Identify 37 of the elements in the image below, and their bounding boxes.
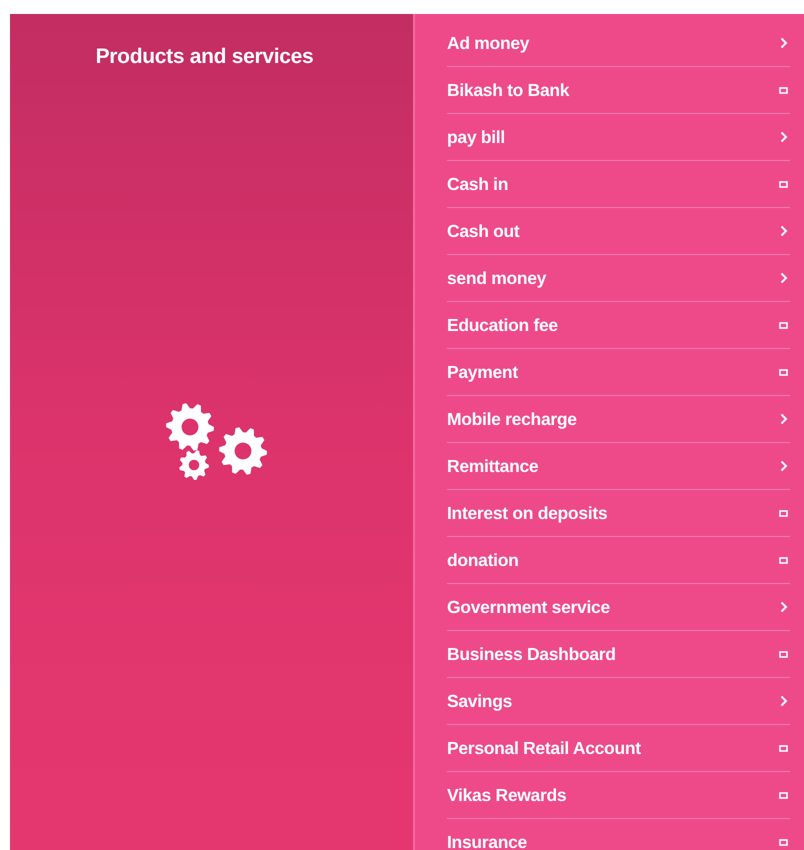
menu-item[interactable]: Bikash to Bank — [447, 67, 790, 114]
menu-item[interactable]: Cash in — [447, 161, 790, 208]
menu-item[interactable]: Payment — [447, 349, 790, 396]
chevron-right-icon — [780, 413, 788, 425]
chevron-right-icon — [780, 225, 788, 237]
square-icon — [779, 368, 788, 376]
square-icon — [779, 86, 788, 94]
menu-item[interactable]: Business Dashboard — [447, 631, 790, 678]
square-icon — [779, 180, 788, 188]
menu-item[interactable]: Remittance — [447, 443, 790, 490]
menu-item[interactable]: Government service — [447, 584, 790, 631]
square-icon — [779, 650, 788, 658]
chevron-right-icon — [780, 601, 788, 613]
chevron-right-icon — [780, 460, 788, 472]
square-icon — [779, 744, 788, 752]
panel-title: Products and services — [96, 44, 314, 70]
menu-item[interactable]: Ad money — [447, 20, 790, 67]
chevron-right-icon — [780, 695, 788, 707]
square-icon — [779, 322, 788, 328]
menu-item[interactable]: Vikas Rewards — [447, 772, 790, 819]
menu-item[interactable]: donation — [447, 537, 790, 584]
square-icon — [779, 556, 788, 564]
square-icon — [779, 838, 788, 846]
menu-item[interactable]: send money — [447, 255, 790, 302]
menu-item[interactable]: Insurance — [447, 819, 790, 850]
chevron-right-icon — [780, 37, 788, 49]
menu-item[interactable]: Mobile recharge — [447, 396, 790, 443]
menu-item[interactable]: Cash out — [447, 208, 790, 255]
menu-item[interactable]: Personal Retail Account — [447, 725, 790, 772]
chevron-right-icon — [780, 272, 788, 284]
menu-item[interactable]: pay bill — [447, 114, 790, 161]
chevron-right-icon — [780, 131, 788, 143]
square-icon — [779, 510, 788, 516]
menu-item[interactable]: Education fee — [447, 302, 790, 349]
square-icon — [779, 792, 788, 798]
menu-item[interactable]: Interest on deposits — [447, 490, 790, 537]
menu-item[interactable]: Savings — [447, 678, 790, 725]
